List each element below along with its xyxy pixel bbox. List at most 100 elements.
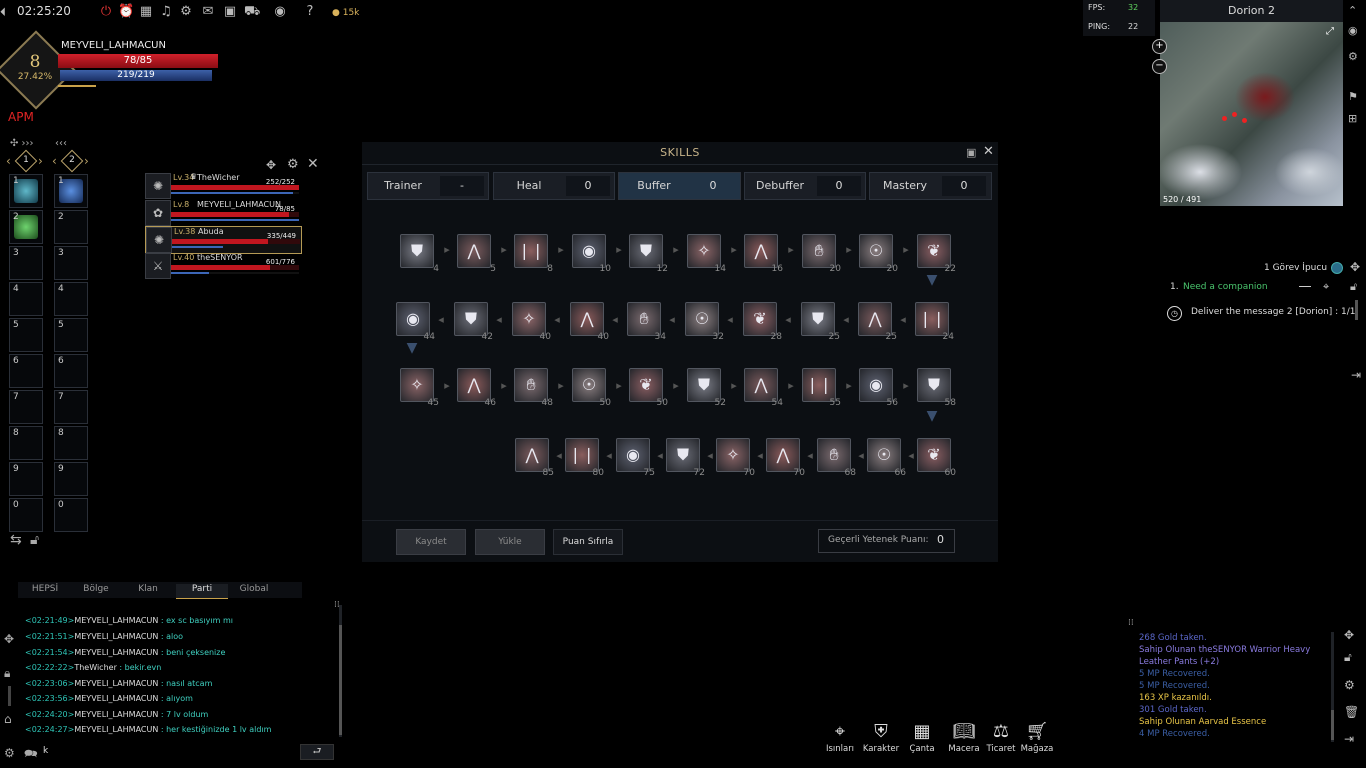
hotbar2-slot[interactable]: 9 [54, 462, 88, 496]
skill-node[interactable]: ❦ 50 [629, 368, 668, 408]
hotbar2-slot[interactable]: 0 [54, 498, 88, 532]
chat-bubble-icon[interactable]: 🗪︎ [24, 745, 38, 764]
music-icon[interactable]: ♫ [158, 4, 174, 20]
zoom-out-icon[interactable]: − [1152, 59, 1167, 74]
chat-filter-icon[interactable]: ⌂ [4, 712, 12, 726]
party-close-icon[interactable]: ✕ [307, 156, 319, 172]
skill-node[interactable]: ◉ 75 [616, 438, 655, 478]
skill-node[interactable]: ❘❘ 80 [565, 438, 604, 478]
skill-node[interactable]: ⛊ 42 [454, 302, 493, 342]
hotbar1-slot[interactable]: 8 [9, 426, 43, 460]
skill-node[interactable]: ☉ 20 [859, 234, 898, 274]
chat-sender[interactable]: MEYVELI_LAHMACUN [74, 632, 158, 641]
alarm-icon[interactable]: ⏰ [118, 4, 134, 20]
quest-toggle-icon[interactable] [1331, 262, 1343, 274]
settings-icon[interactable]: ⚙ [178, 4, 194, 20]
log-move-icon[interactable]: ✥ [1344, 628, 1354, 642]
chat-tab-all[interactable]: HEPSİ [26, 584, 64, 598]
hotbar2-slot[interactable]: 1 [54, 174, 88, 208]
map-collapse-icon[interactable]: ⌃ [1348, 4, 1357, 17]
party-member[interactable]: ✺ Lv.38 Abuda 335/449 [145, 226, 302, 254]
hotbar2-slot[interactable]: 6 [54, 354, 88, 388]
hotbar2-prev-icon[interactable]: ‹ [52, 154, 57, 168]
skill-node[interactable]: ✧ 70 [716, 438, 755, 478]
log-expand-icon[interactable]: ⇥ [1344, 732, 1354, 746]
reset-points-button[interactable]: Puan Sıfırla [553, 529, 623, 555]
chat-tab-global[interactable]: Global [234, 584, 274, 598]
hotbar1-slot[interactable]: 2 [9, 210, 43, 244]
log-settings-icon[interactable]: ⚙ [1344, 678, 1355, 692]
chat-tab-party[interactable]: Parti [176, 584, 228, 599]
chat-sender[interactable]: MEYVELI_LAHMACUN [74, 725, 158, 734]
hotbar2-slot[interactable]: 5 [54, 318, 88, 352]
chat-sender[interactable]: TheWicher [74, 663, 117, 672]
skill-node[interactable]: ✧ 45 [400, 368, 439, 408]
quest-locate-icon[interactable]: ⌖ [1323, 280, 1329, 294]
skill-node[interactable]: ◉ 44 [396, 302, 435, 342]
chat-tab-region[interactable]: Bölge [76, 584, 116, 598]
chat-sender[interactable]: MEYVELI_LAHMACUN [74, 710, 158, 719]
hotbar1-slot[interactable]: 5 [9, 318, 43, 352]
chat-sender[interactable]: MEYVELI_LAHMACUN [74, 694, 158, 703]
shop-cart-icon[interactable]: ⛟ [244, 4, 260, 20]
skill-node[interactable]: ✋︎ 48 [514, 368, 553, 408]
log-lock-icon[interactable]: 🔓︎ [1344, 650, 1352, 665]
menu-trade[interactable]: ⚖ Ticaret [981, 720, 1021, 754]
skill-node[interactable]: ❘❘ 55 [802, 368, 841, 408]
mail-icon[interactable]: ✉ [200, 4, 216, 20]
lock-icon[interactable]: 🔓︎ [30, 532, 39, 548]
skill-node[interactable]: ⋀ 5 [457, 234, 496, 274]
hotbar1-next-icon[interactable]: › [38, 154, 43, 168]
skill-node[interactable]: ⛊ 4 [400, 234, 439, 274]
party-settings-icon[interactable]: ⚙ [287, 157, 299, 172]
hotbar1-slot[interactable]: 0 [9, 498, 43, 532]
skill-node[interactable]: ❦ 28 [743, 302, 782, 342]
chat-send-button[interactable]: ⮐ [300, 744, 334, 760]
chat-settings-icon[interactable]: ⚙ [4, 746, 15, 760]
swap-hotbar-icon[interactable]: ⇆ [10, 532, 22, 548]
hotbar1-slot[interactable]: 3 [9, 246, 43, 280]
skill-node[interactable]: ✧ 40 [512, 302, 551, 342]
menu-teleport[interactable]: ⌖ Isınları [820, 720, 860, 754]
skill-node[interactable]: ✧ 14 [687, 234, 726, 274]
party-move-icon[interactable]: ✥ [266, 158, 276, 172]
skill-node[interactable]: ⋀ 25 [858, 302, 897, 342]
chat-sender[interactable]: MEYVELI_LAHMACUN [74, 648, 158, 657]
skill-node[interactable]: ✋︎ 34 [627, 302, 666, 342]
chat-scrollbar-thumb[interactable] [339, 625, 342, 735]
quest-scrollbar[interactable] [1355, 300, 1358, 320]
chat-tab-clan[interactable]: Klan [128, 584, 168, 598]
log-scrollbar-thumb[interactable] [1331, 710, 1334, 740]
party-member[interactable]: ✺ Lv.34 TheWicher 252/252 [145, 173, 300, 199]
party-member[interactable]: ⚔ Lv.40 theSENYOR 601/776 [145, 253, 300, 279]
hotbar1-slot[interactable]: 4 [9, 282, 43, 316]
hotbar1-slot[interactable]: 9 [9, 462, 43, 496]
skill-node[interactable]: ⋀ 85 [515, 438, 554, 478]
map-side-icon[interactable]: ⚑ [1348, 90, 1358, 103]
hotbar2-slot[interactable]: 3 [54, 246, 88, 280]
eye-icon[interactable]: ◉ [272, 4, 288, 20]
skill-node[interactable]: ⛊ 25 [801, 302, 840, 342]
chat-sender[interactable]: MEYVELI_LAHMACUN [74, 616, 158, 625]
quest-lock-icon[interactable]: 🔓︎ [1350, 280, 1357, 294]
load-button[interactable]: Yükle [475, 529, 545, 555]
menu-store[interactable]: 🛒︎ Mağaza [1017, 720, 1057, 754]
chat-input[interactable]: k [40, 744, 290, 760]
skill-node[interactable]: ❘❘ 24 [915, 302, 954, 342]
skill-node[interactable]: ⋀ 16 [744, 234, 783, 274]
hotbar1-slot[interactable]: 7 [9, 390, 43, 424]
minimap[interactable]: ⤢ [1160, 22, 1343, 206]
map-settings-icon[interactable]: ⚙ [1348, 50, 1358, 63]
zoom-in-icon[interactable]: + [1152, 39, 1167, 54]
skill-node[interactable]: ❦ 22 [917, 234, 956, 274]
map-side-icon[interactable]: ⊞ [1348, 112, 1357, 125]
power-icon[interactable]: ⏻ [98, 4, 114, 20]
skill-node[interactable]: ◉ 56 [859, 368, 898, 408]
hotbar2-slot[interactable]: 8 [54, 426, 88, 460]
chat-move-icon[interactable]: ✥ [4, 632, 14, 646]
skill-node[interactable]: ⛊ 58 [917, 368, 956, 408]
skill-node[interactable]: ✋︎ 68 [817, 438, 856, 478]
skill-node[interactable]: ☉ 50 [572, 368, 611, 408]
expand-right-icon[interactable]: ⇥ [1351, 368, 1361, 382]
quest-name[interactable]: Need a companion [1183, 282, 1268, 292]
